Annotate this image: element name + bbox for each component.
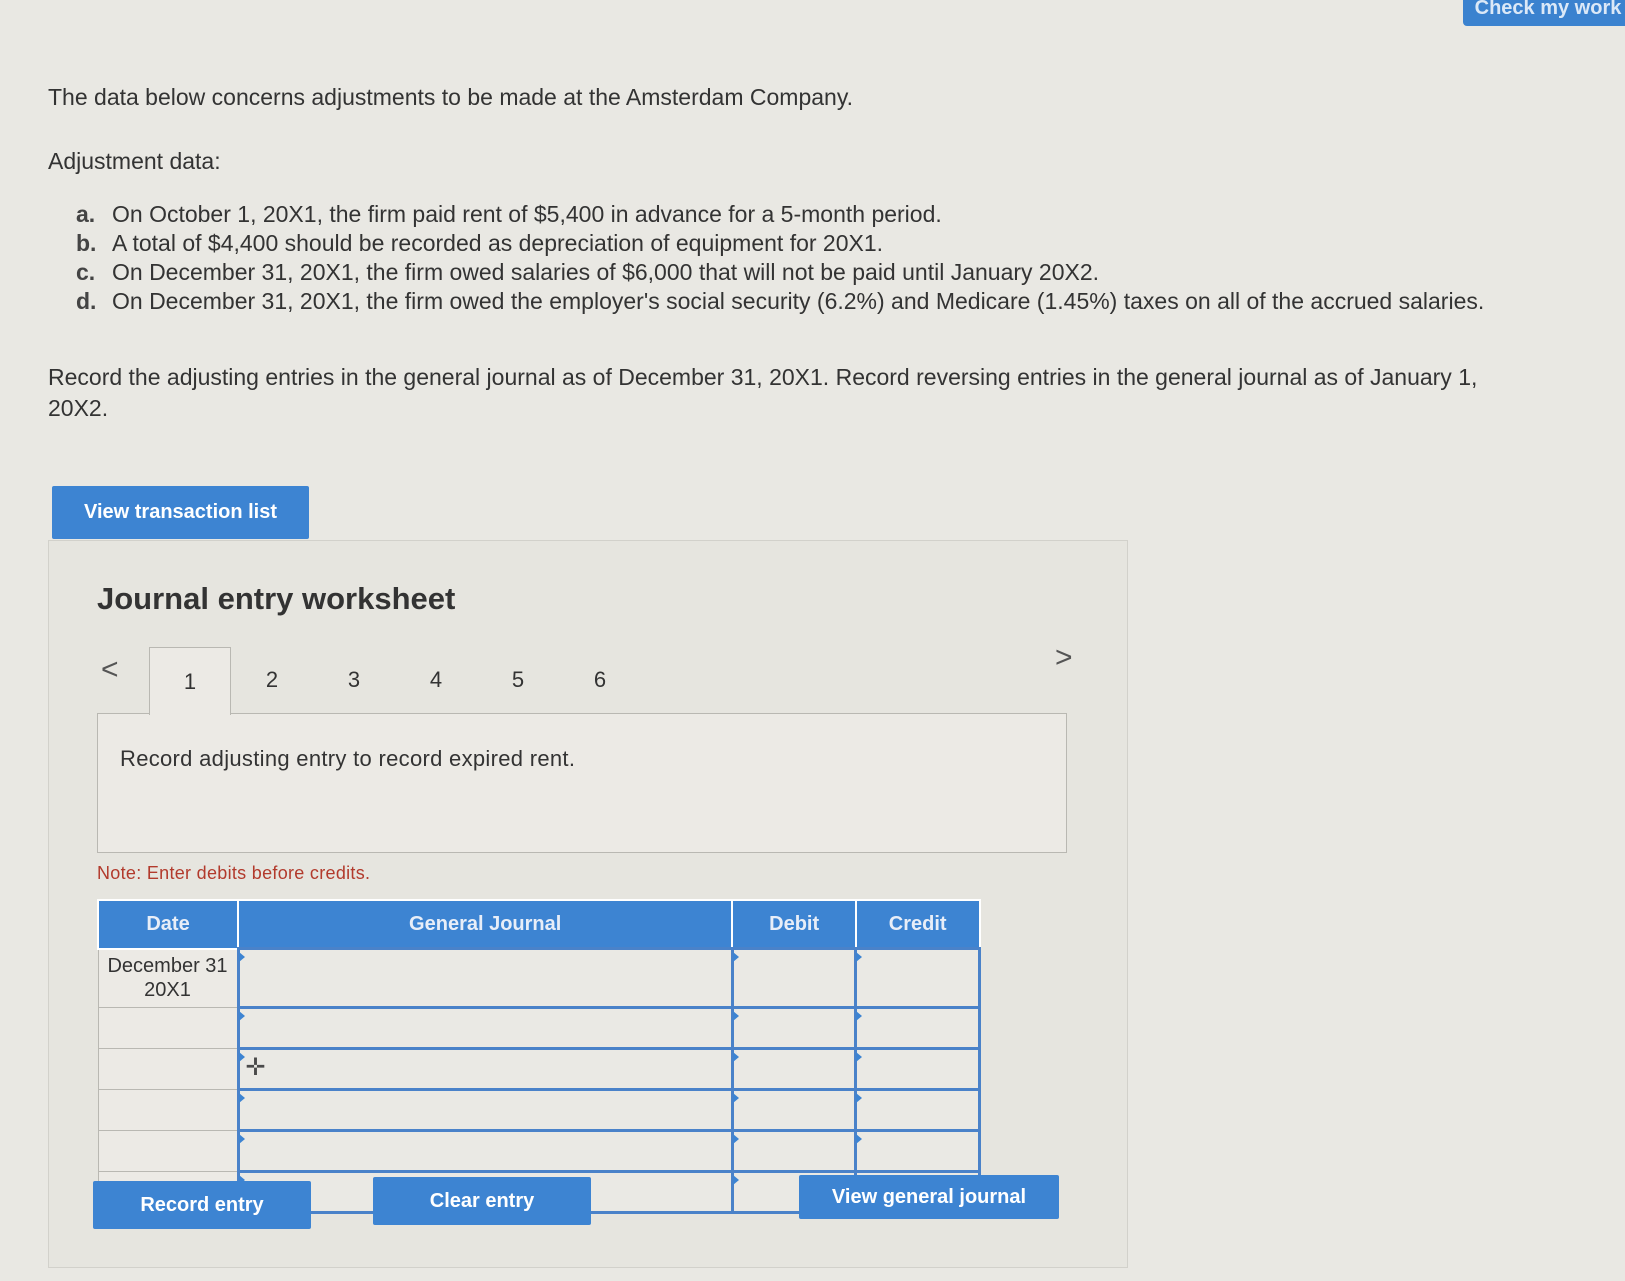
dropdown-marker-icon: [856, 1093, 863, 1103]
account-cell[interactable]: [236, 1088, 734, 1132]
adjustment-text: On October 1, 20X1, the firm paid rent o…: [112, 201, 942, 227]
adjustment-letter: b.: [76, 230, 97, 256]
tab-3[interactable]: 3: [313, 647, 395, 713]
credit-cell[interactable]: [854, 1088, 981, 1132]
credit-cell[interactable]: [854, 947, 981, 1009]
view-general-journal-button[interactable]: View general journal: [799, 1175, 1059, 1219]
table-row: [97, 1006, 981, 1050]
adjustment-letter: a.: [76, 201, 96, 227]
record-entry-button[interactable]: Record entry: [93, 1181, 311, 1229]
adjustment-item: b. A total of $4,400 should be recorded …: [76, 229, 1516, 258]
dropdown-marker-icon: [238, 1052, 245, 1062]
column-header-general-journal: General Journal: [237, 899, 734, 950]
general-journal-table: Date General Journal Debit Credit Decemb…: [96, 899, 981, 1214]
view-transaction-list-button[interactable]: View transaction list: [52, 486, 309, 539]
tab-5[interactable]: 5: [477, 647, 559, 713]
table-row: December 31 20X1: [97, 947, 981, 1009]
worksheet-tabs: 1 2 3 4 5 6: [149, 647, 641, 715]
dropdown-marker-icon: [238, 1011, 245, 1021]
dropdown-marker-icon: [856, 1011, 863, 1021]
dropdown-marker-icon: [238, 1134, 245, 1144]
table-row: [97, 1088, 981, 1132]
dropdown-marker-icon: [732, 1052, 739, 1062]
account-cell[interactable]: ✛: [236, 1047, 734, 1091]
column-header-date: Date: [96, 899, 240, 950]
date-cell: [97, 1130, 239, 1172]
journal-entry-worksheet: Journal entry worksheet < 1 2 3 4 5 6 > …: [48, 540, 1128, 1268]
adjustment-text: On December 31, 20X1, the firm owed sala…: [112, 259, 1100, 285]
debit-cell[interactable]: [730, 947, 858, 1009]
debit-cell[interactable]: [730, 1047, 858, 1091]
dropdown-marker-icon: [238, 1093, 245, 1103]
credit-cell[interactable]: [854, 1006, 981, 1050]
debit-cell[interactable]: [730, 1129, 858, 1173]
dropdown-marker-icon: [732, 1175, 739, 1185]
account-cell[interactable]: [236, 1129, 734, 1173]
debit-cell[interactable]: [730, 1006, 858, 1050]
date-cell: [97, 1089, 239, 1131]
date-cell: [97, 1007, 239, 1049]
tab-4[interactable]: 4: [395, 647, 477, 713]
problem-intro: The data below concerns adjustments to b…: [48, 84, 853, 110]
dropdown-marker-icon: [732, 952, 739, 962]
adjustment-item: d. On December 31, 20X1, the firm owed t…: [76, 287, 1516, 316]
cursor-plus-icon: ✛: [245, 1054, 266, 1081]
dropdown-marker-icon: [732, 1011, 739, 1021]
adjustment-list: a. On October 1, 20X1, the firm paid ren…: [76, 200, 1516, 316]
adjustment-data-label: Adjustment data:: [48, 148, 221, 174]
dropdown-marker-icon: [856, 952, 863, 962]
account-cell[interactable]: [236, 1006, 734, 1050]
tab-1[interactable]: 1: [149, 647, 231, 715]
instructions: Record the adjusting entries in the gene…: [48, 364, 1478, 421]
column-header-credit: Credit: [854, 899, 981, 950]
entry-prompt-box: Record adjusting entry to record expired…: [97, 713, 1067, 853]
date-cell: [97, 1048, 239, 1090]
chevron-left-icon[interactable]: <: [101, 653, 119, 687]
dropdown-marker-icon: [732, 1093, 739, 1103]
dropdown-marker-icon: [856, 1134, 863, 1144]
dropdown-marker-icon: [856, 1052, 863, 1062]
adjustment-item: c. On December 31, 20X1, the firm owed s…: [76, 258, 1516, 287]
chevron-right-icon[interactable]: >: [1055, 641, 1073, 675]
column-header-debit: Debit: [731, 899, 857, 950]
debit-cell[interactable]: [730, 1088, 858, 1132]
date-cell: December 31 20X1: [97, 948, 239, 1008]
worksheet-title: Journal entry worksheet: [97, 581, 456, 616]
dropdown-marker-icon: [732, 1134, 739, 1144]
table-row: ✛: [97, 1047, 981, 1091]
credit-cell[interactable]: [854, 1047, 981, 1091]
table-row: [97, 1129, 981, 1173]
debits-note: Note: Enter debits before credits.: [97, 863, 371, 883]
dropdown-marker-icon: [238, 952, 245, 962]
adjustment-letter: c.: [76, 259, 96, 285]
adjustment-letter: d.: [76, 288, 97, 314]
adjustment-text: On December 31, 20X1, the firm owed the …: [112, 288, 1485, 314]
credit-cell[interactable]: [854, 1129, 981, 1173]
tab-2[interactable]: 2: [231, 647, 313, 713]
tab-6[interactable]: 6: [559, 647, 641, 713]
check-my-work-button[interactable]: Check my work: [1463, 0, 1625, 26]
adjustment-text: A total of $4,400 should be recorded as …: [112, 230, 884, 256]
entry-prompt: Record adjusting entry to record expired…: [120, 746, 576, 771]
clear-entry-button[interactable]: Clear entry: [373, 1177, 591, 1225]
account-cell[interactable]: [236, 947, 734, 1009]
adjustment-item: a. On October 1, 20X1, the firm paid ren…: [76, 200, 1516, 229]
